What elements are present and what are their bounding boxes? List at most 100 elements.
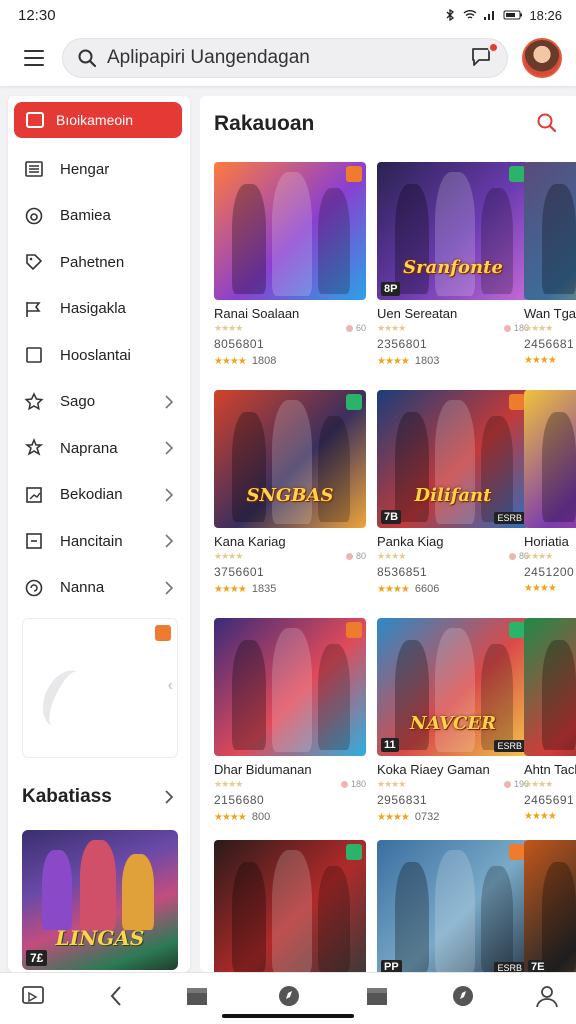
game-card[interactable]: Ranai Soalaan ★★★★ 60 8056801 ★★★★ 1808 [214,162,366,367]
game-card[interactable]: Dhar Bidumanan ★★★★ 180 2156680 ★★★★ 800 [214,618,366,823]
game-art[interactable] [214,618,366,756]
game-size: 180 [340,779,366,789]
game-art[interactable] [214,162,366,300]
sidebar-item[interactable]: Hengar [8,146,190,192]
chevron-right-icon [165,534,174,548]
rating-stars: ★★★★ [214,322,243,333]
sidebar-item-active[interactable]: Bıoikameoin [14,102,182,138]
game-card[interactable]: SNGBAS Kana Kariag ★★★★ 80 3756601 ★★★★ 1835 [214,390,366,595]
rating-stars: ★★★★ [214,355,247,367]
main-panel: Rakauoan Ranai Soalaan ★★★★ 60 8056801 ★★★★ 1… [200,96,576,972]
age-rating-badge: 8P [381,282,401,296]
review-count: 2156680 [214,793,265,807]
game-art[interactable]: SNGBAS [214,390,366,528]
sidebar-item[interactable]: Hancitain [8,518,190,564]
sidebar-item-label: Nanna [60,579,105,596]
game-card[interactable]: Sranfonte 8P Uen Sereatan ★★★★ 180 2356801 ★★★… [377,162,529,367]
folder-icon[interactable] [364,983,390,1009]
folder-icon[interactable] [184,983,210,1009]
game-art[interactable]: Dilifant 7B ESRB [377,390,529,528]
circle-badge-icon [25,207,43,224]
tv-icon[interactable] [20,983,46,1009]
game-card[interactable]: Horiatia ★★★★ 2451200 ★★★★ [524,390,576,594]
game-art[interactable] [524,390,576,528]
chevron-right-icon [165,394,174,409]
game-card[interactable]: PP ESRB [377,840,529,972]
message-button[interactable] [469,42,499,72]
sidebar-item[interactable]: Naprana [8,425,190,471]
game-title: Panka Kiag [377,534,444,549]
game-art[interactable]: Bo [524,162,576,300]
sidebar-item[interactable]: Hasigakla [8,286,190,332]
rating-stars: ★★★★ [524,322,553,333]
game-logo: NAVCER [409,713,497,734]
game-art[interactable]: PP ESRB [377,840,529,972]
rating-board-badge: ESRB [494,512,525,524]
sidebar-item[interactable]: Nanna [8,565,190,611]
back-icon[interactable] [104,983,130,1009]
game-art[interactable]: NAVCER 11 ESRB [377,618,529,756]
compass-icon[interactable] [450,983,476,1009]
section-title: Kabatiass [22,786,112,807]
search-input[interactable]: Aplipapiri Uangendagan [107,47,469,69]
sidebar-item[interactable]: Hooslantai [8,332,190,378]
age-rating-badge: 7E [528,960,548,972]
minus-box-icon [26,533,42,549]
game-card[interactable]: 7E [524,840,576,972]
game-art[interactable]: Sranfonte 8P [377,162,529,300]
sidebar-item[interactable]: Bekodian [8,472,190,518]
sidebar-item[interactable]: Bamiea [8,193,190,239]
game-art[interactable] [214,840,366,972]
menu-icon[interactable] [14,38,54,78]
store-badge-icon [346,166,362,182]
review-count: 2956831 [377,793,428,807]
promo-card[interactable]: ‹ [22,618,178,758]
rating-stars: ★★★★ [214,583,247,595]
age-rating-badge: 11 [381,738,399,752]
download-count: 1803 [414,355,440,367]
heart-icon [508,552,516,560]
rating-stars: ★★★★ [524,583,557,594]
sidebar-item-label: Hooslantai [60,346,131,364]
heart-icon [345,324,353,332]
chart-box-icon [26,486,42,503]
search-bar[interactable]: Aplipapiri Uangendagan [62,38,508,78]
heart-icon [503,780,511,788]
sidebar: Bıoikameoin Hengar Bamiea Pahetnen Hasigakl… [8,96,190,972]
chevron-right-icon[interactable] [162,788,176,806]
game-card[interactable]: NAVCER 11 ESRB Koka Riaey Gaman ★★★★ 190 29568… [377,618,529,823]
compass-icon[interactable] [276,983,302,1009]
store-badge-icon [509,844,525,860]
rating-board-badge: ESRB [494,962,525,972]
download-count: 800 [251,811,271,823]
avatar[interactable] [522,38,562,78]
page-title: Rakauoan [214,112,315,135]
game-art[interactable]: 7E [524,840,576,972]
sidebar-item-label: Hasigakla [60,300,126,317]
chevron-left-icon[interactable]: ‹ [168,677,173,695]
rating-stars: ★★★★ [524,778,553,789]
game-logo: Sranfonte [403,257,503,278]
rating-stars: ★★★★ [377,811,410,823]
profile-icon[interactable] [534,983,560,1009]
wifi-icon [463,10,477,19]
review-count: 3756601 [214,565,265,579]
battery-icon [503,10,523,20]
store-badge-icon [346,844,362,860]
game-card[interactable]: Dilifant 7B ESRB Panka Kiag ★★★★ 80 8536851 ★★★… [377,390,529,595]
game-art[interactable] [524,618,576,756]
sidebar-item-label: Bekodian [60,486,123,503]
featured-game-thumbnail[interactable]: LINGAS 7£ [22,830,178,970]
sidebar-item-label: Sago [60,393,96,410]
sidebar-item[interactable]: Pahetnen [8,239,190,285]
heart-icon [340,780,348,788]
search-icon[interactable] [536,112,558,134]
sidebar-item[interactable]: Sago [8,379,190,425]
badge-icon [155,625,171,641]
game-card[interactable]: BoWan Tga★★★★2456681★★★★ [524,162,576,366]
game-card[interactable] [214,840,366,972]
game-card[interactable]: Ahtn Tacl ★★★★ 2465691 ★★★★ [524,618,576,822]
swoosh-graphic [34,663,96,735]
sidebar-item-label: Bıoikameoin [56,112,134,128]
status-bar: 12:30 18:26 [0,0,576,30]
